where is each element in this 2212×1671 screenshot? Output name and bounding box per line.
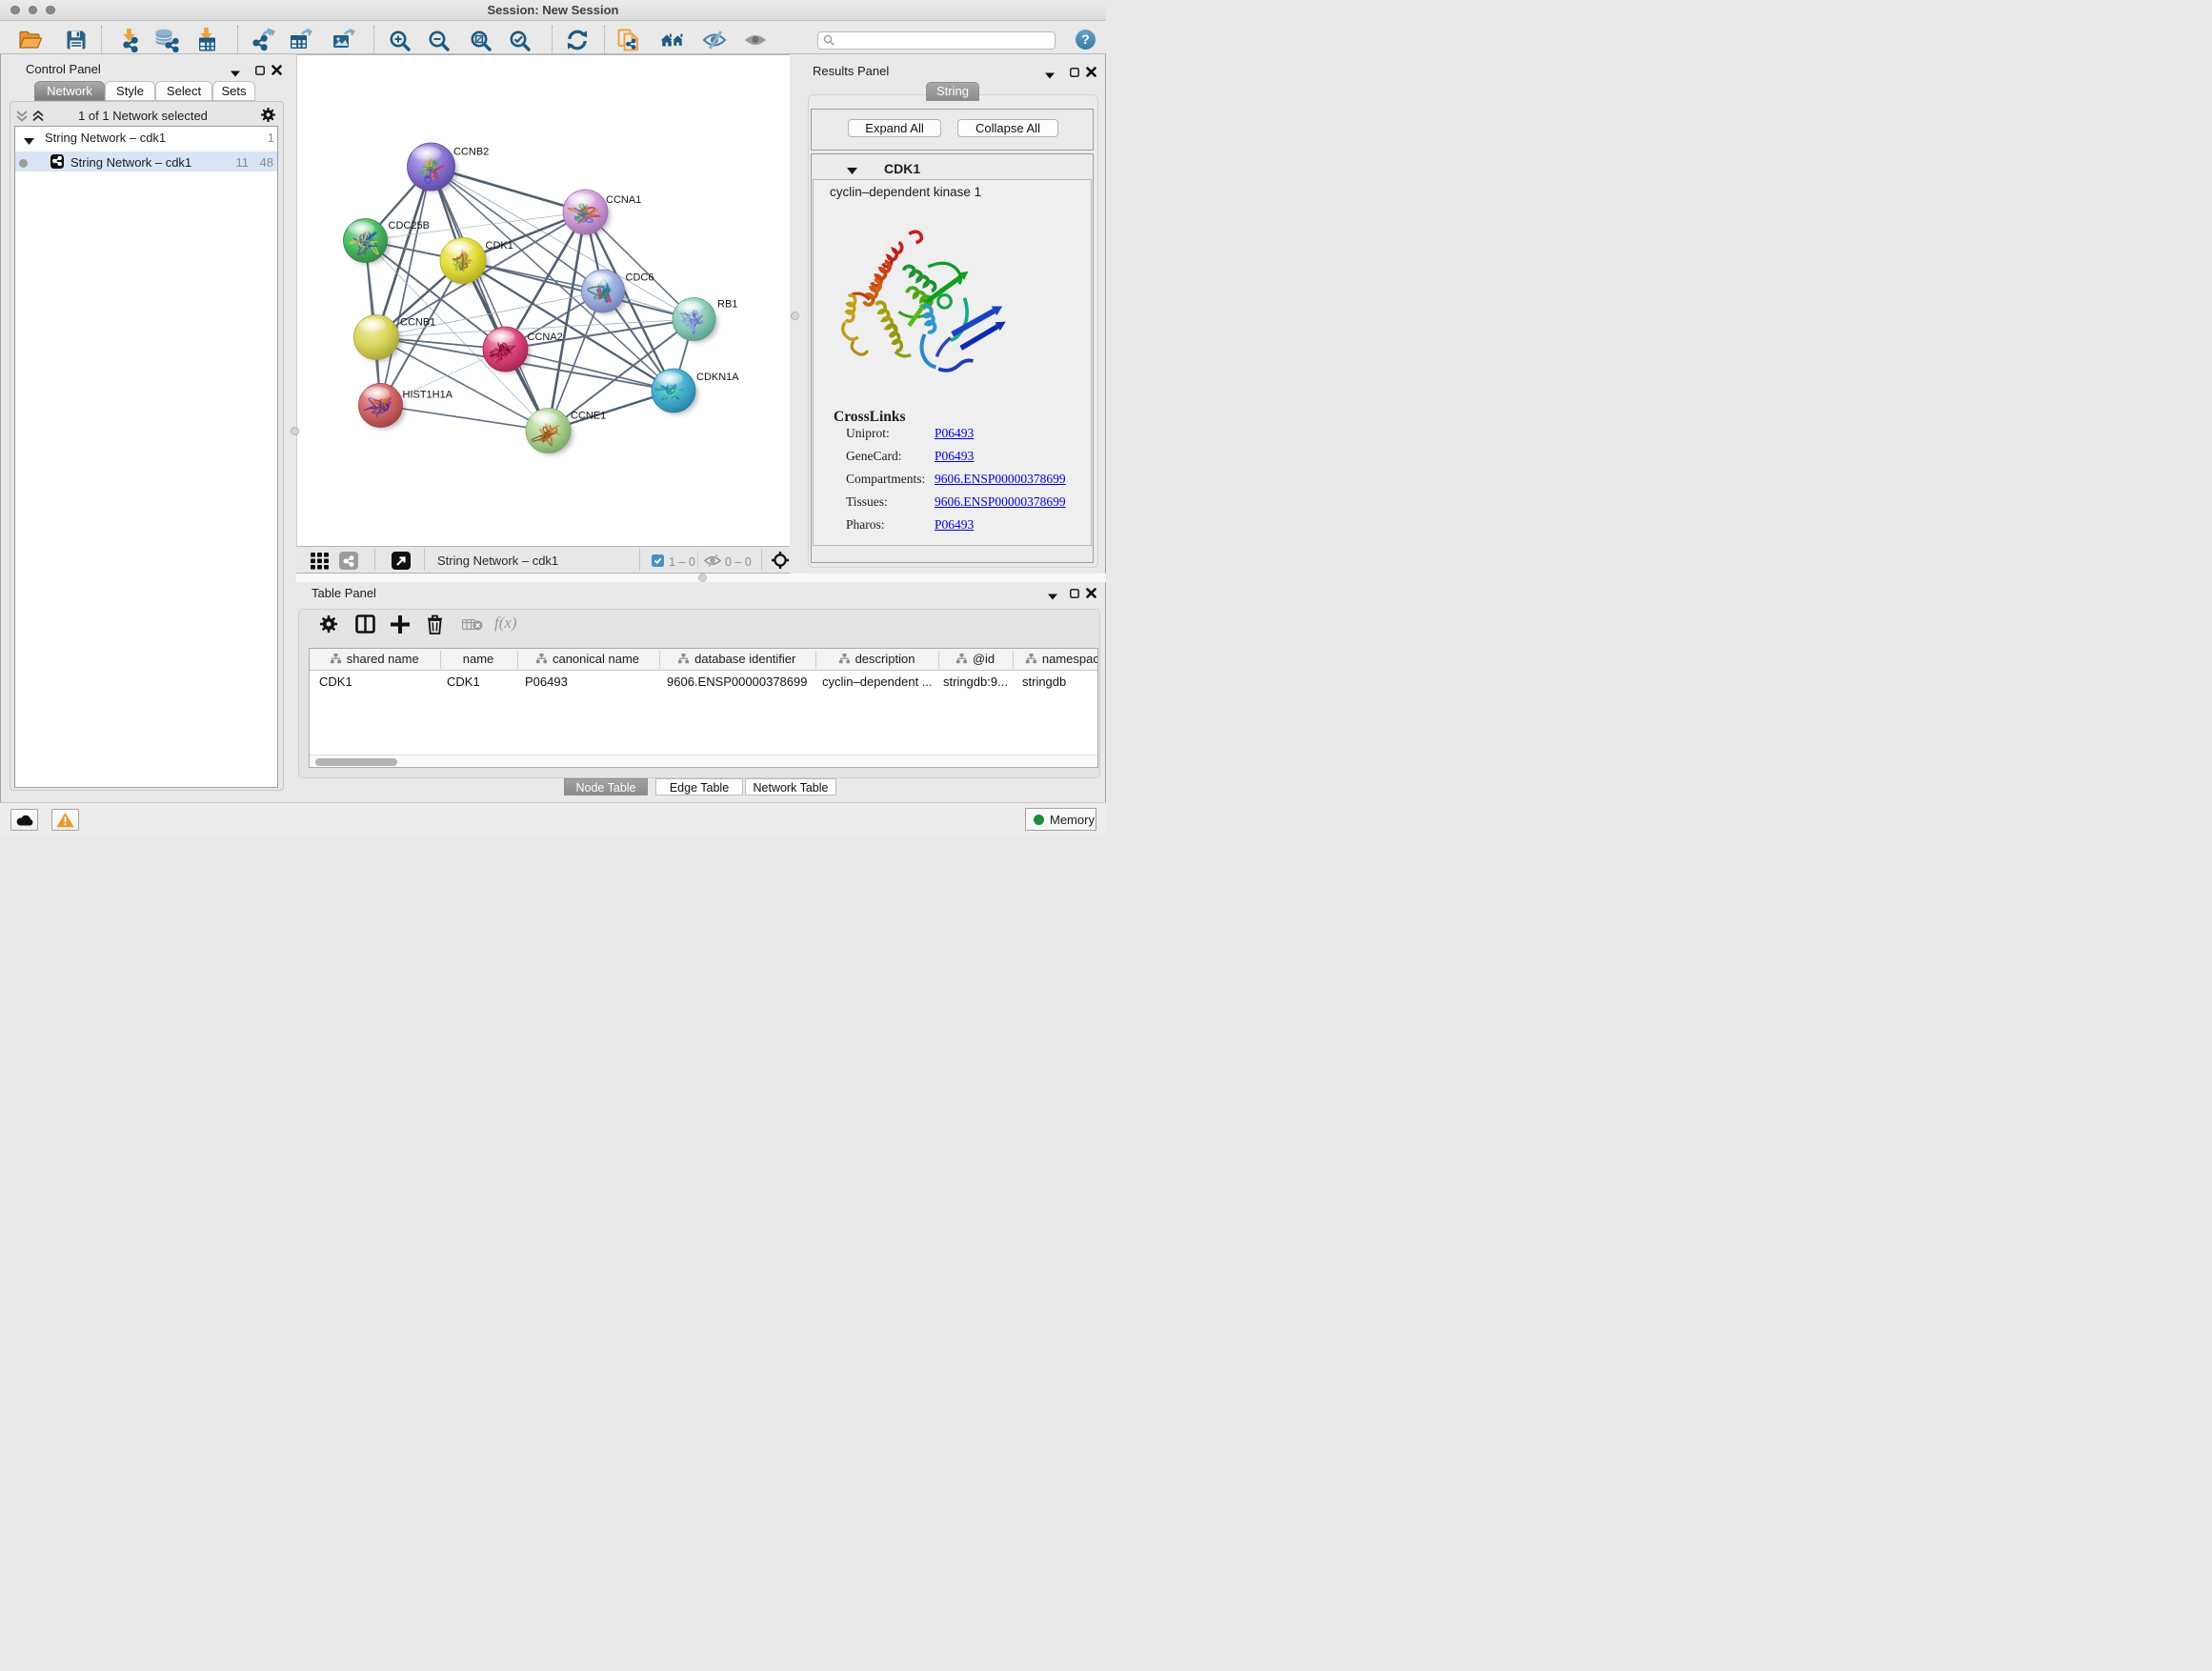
svg-text:CCNE1: CCNE1 bbox=[571, 411, 606, 422]
svg-text:CCNA2: CCNA2 bbox=[528, 332, 563, 343]
svg-text:CCNA1: CCNA1 bbox=[606, 194, 641, 206]
svg-text:CDK1: CDK1 bbox=[486, 240, 513, 252]
svg-text:HIST1H1A: HIST1H1A bbox=[403, 390, 453, 401]
svg-text:CDC25B: CDC25B bbox=[389, 220, 430, 232]
svg-text:CDKN1A: CDKN1A bbox=[696, 372, 739, 383]
svg-text:CCNB1: CCNB1 bbox=[400, 317, 435, 329]
svg-text:RB1: RB1 bbox=[717, 299, 737, 311]
svg-text:CDC6: CDC6 bbox=[626, 272, 654, 284]
svg-text:CCNB2: CCNB2 bbox=[453, 147, 489, 158]
